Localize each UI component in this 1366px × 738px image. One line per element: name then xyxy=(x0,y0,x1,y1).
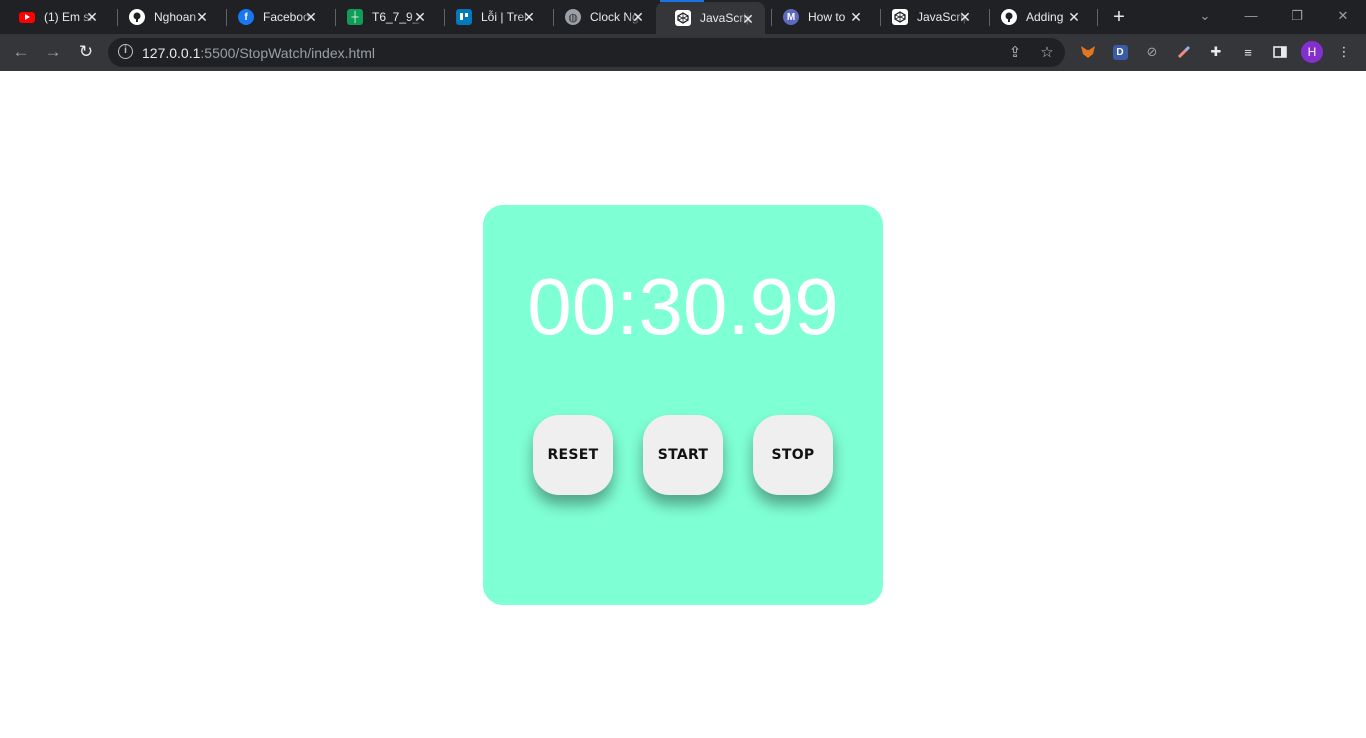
tab-facebook[interactable]: f Faceboo ✕ xyxy=(219,0,328,34)
close-icon[interactable]: ✕ xyxy=(957,9,973,25)
github-icon xyxy=(129,9,145,25)
close-icon[interactable]: ✕ xyxy=(194,9,210,25)
compass-icon[interactable]: ⊘ xyxy=(1142,42,1162,62)
close-icon[interactable]: ✕ xyxy=(303,9,319,25)
share-icon[interactable]: ⇪ xyxy=(1005,43,1025,63)
window-close-icon[interactable]: ✕ xyxy=(1331,4,1355,28)
menu-kebab-icon[interactable]: ⋮ xyxy=(1334,42,1354,62)
tab-github-adding[interactable]: Adding ✕ xyxy=(982,0,1091,34)
close-icon[interactable]: ✕ xyxy=(412,9,428,25)
github-icon xyxy=(1001,9,1017,25)
new-tab-plus-icon[interactable]: + xyxy=(1108,6,1130,28)
sheets-icon: ┼ xyxy=(347,9,363,25)
close-icon[interactable]: ✕ xyxy=(521,9,537,25)
time-display: 00:30.99 xyxy=(527,262,839,351)
browser-toolbar: ← → ↻ i 127.0.0.1:5500/StopWatch/index.h… xyxy=(0,34,1366,71)
dashlane-d-icon[interactable]: D xyxy=(1110,42,1130,62)
close-icon[interactable]: ✕ xyxy=(630,9,646,25)
start-button[interactable]: START xyxy=(643,415,723,495)
site-info-icon[interactable]: i xyxy=(118,44,133,59)
back-arrow-icon[interactable]: ← xyxy=(8,39,34,65)
url-text[interactable]: 127.0.0.1:5500/StopWatch/index.html xyxy=(142,45,375,61)
tab-github-nghoan[interactable]: Nghoan ✕ xyxy=(110,0,219,34)
close-icon[interactable]: ✕ xyxy=(84,9,100,25)
tab-medium[interactable]: M How to ✕ xyxy=(764,0,873,34)
metamask-fox-icon[interactable] xyxy=(1078,42,1098,62)
url-path: :5500/StopWatch/index.html xyxy=(200,45,375,61)
minimize-icon[interactable]: — xyxy=(1239,4,1263,28)
profile-avatar[interactable]: H xyxy=(1301,41,1323,63)
tab-youtube[interactable]: (1) Em si ✕ xyxy=(0,0,109,34)
stopwatch-panel: 00:30.99 RESET START STOP xyxy=(483,205,883,605)
medium-icon: M xyxy=(783,9,799,25)
bookmark-star-icon[interactable]: ☆ xyxy=(1037,43,1057,63)
tab-trello[interactable]: Lỗi | Trel ✕ xyxy=(437,0,546,34)
tab-javascript[interactable]: JavaScrip ✕ xyxy=(873,0,982,34)
reset-button[interactable]: RESET xyxy=(533,415,613,495)
tab-strip: (1) Em si ✕ Nghoan ✕ f Faceboo ✕ ┼ T6_7_… xyxy=(0,0,1366,34)
globe-icon: ◍ xyxy=(565,9,581,25)
close-icon[interactable]: ✕ xyxy=(1066,9,1082,25)
tab-search-chevron-icon[interactable]: ⌄ xyxy=(1193,4,1217,28)
reading-list-icon[interactable]: ≡ xyxy=(1238,42,1258,62)
facebook-icon: f xyxy=(238,9,254,25)
restore-icon[interactable]: ❐ xyxy=(1285,4,1309,28)
codepen-icon xyxy=(892,9,908,25)
youtube-icon xyxy=(19,11,35,23)
reload-icon[interactable]: ↻ xyxy=(73,39,99,65)
url-host: 127.0.0.1 xyxy=(142,45,201,61)
tab-sheets[interactable]: ┼ T6_7_9_ ✕ xyxy=(328,0,437,34)
page-content: 00:30.99 RESET START STOP xyxy=(0,71,1366,738)
extensions-puzzle-icon[interactable]: ✚ xyxy=(1206,42,1226,62)
trello-icon xyxy=(456,9,472,25)
close-icon[interactable]: ✕ xyxy=(848,9,864,25)
tab-clock[interactable]: ◍ Clock Ng ✕ xyxy=(546,0,655,34)
forward-arrow-icon[interactable]: → xyxy=(40,39,66,65)
side-panel-icon[interactable] xyxy=(1270,42,1290,62)
codepen-icon xyxy=(675,10,691,26)
color-picker-icon[interactable] xyxy=(1174,42,1194,62)
tab-javascript-active[interactable]: JavaScrip ✕ xyxy=(656,2,765,34)
address-bar[interactable]: i 127.0.0.1:5500/StopWatch/index.html ⇪ … xyxy=(108,38,1065,67)
stop-button[interactable]: STOP xyxy=(753,415,833,495)
close-icon[interactable]: ✕ xyxy=(740,11,756,27)
